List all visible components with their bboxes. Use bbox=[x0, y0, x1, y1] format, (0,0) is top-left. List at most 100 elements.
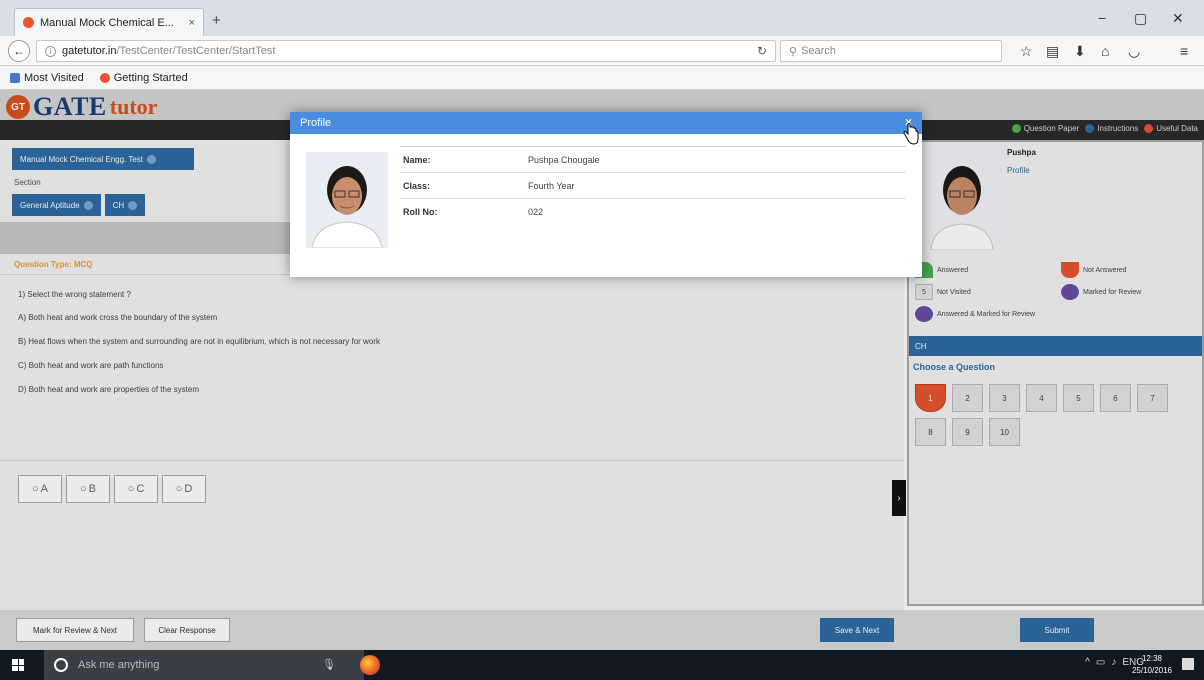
legend-label: Not Visited bbox=[937, 288, 971, 296]
row-label: Class: bbox=[403, 180, 431, 191]
network-icon[interactable]: ▭ bbox=[1096, 657, 1105, 668]
window-close-icon[interactable]: ✕ bbox=[1172, 10, 1184, 27]
profile-table: Name: Pushpa Chougale Class: Fourth Year… bbox=[400, 146, 906, 224]
bookmark-most-visited[interactable]: Most Visited bbox=[10, 72, 84, 84]
test-name-button[interactable]: Manual Mock Chemical Engg. Test bbox=[12, 148, 194, 170]
profile-modal: Profile × Name: Pushpa Chougale Class: F… bbox=[290, 112, 922, 277]
reload-icon[interactable]: ↻ bbox=[757, 44, 767, 58]
profile-row-name: Name: Pushpa Chougale bbox=[400, 146, 906, 172]
submit-button[interactable]: Submit bbox=[1020, 618, 1094, 642]
microphone-icon[interactable]: 🎙 bbox=[322, 658, 336, 671]
info-icon[interactable]: i bbox=[45, 45, 56, 57]
windows-start-icon[interactable] bbox=[12, 659, 24, 671]
legend-label: Marked for Review bbox=[1083, 288, 1142, 296]
answer-b-radio[interactable]: ○ B bbox=[66, 475, 110, 503]
legend-answered-marked: Answered & Marked for Review bbox=[915, 306, 1045, 322]
question-button-5[interactable]: 5 bbox=[1063, 384, 1094, 412]
clear-response-button[interactable]: Clear Response bbox=[144, 618, 230, 642]
question-button-10[interactable]: 10 bbox=[989, 418, 1020, 446]
mark-review-button[interactable]: Mark for Review & Next bbox=[16, 618, 134, 642]
firefox-taskbar-icon[interactable] bbox=[360, 655, 380, 675]
student-name: Pushpa bbox=[1007, 148, 1036, 157]
volume-icon[interactable]: ♪ bbox=[1111, 657, 1116, 668]
answer-label: C bbox=[136, 483, 145, 495]
logo: GT GATE tutor bbox=[6, 92, 157, 122]
question-button-9[interactable]: 9 bbox=[952, 418, 983, 446]
answer-label: D bbox=[184, 483, 193, 495]
menu-icon[interactable]: ≡ bbox=[1180, 43, 1188, 59]
legend-not-visited: 5 Not Visited bbox=[915, 284, 971, 300]
section-ch[interactable]: CH bbox=[104, 194, 146, 216]
answer-label: A bbox=[40, 483, 48, 495]
cortana-icon bbox=[54, 658, 68, 672]
question-button-2[interactable]: 2 bbox=[952, 384, 983, 412]
option-d-text: D) Both heat and work are properties of … bbox=[18, 385, 199, 394]
info-icon[interactable] bbox=[83, 200, 93, 210]
minimize-icon[interactable]: − bbox=[1098, 10, 1106, 26]
section-name: CH bbox=[112, 200, 125, 210]
new-tab-icon[interactable]: + bbox=[212, 12, 221, 29]
browser-tab[interactable]: Manual Mock Chemical E... × bbox=[14, 8, 204, 36]
row-value: 022 bbox=[528, 206, 544, 217]
url-host: gatetutor.in bbox=[62, 45, 117, 57]
section-name: General Aptitude bbox=[20, 200, 80, 210]
instructions-link[interactable]: Instructions bbox=[1085, 124, 1138, 133]
test-name-label: Manual Mock Chemical Engg. Test bbox=[20, 154, 144, 164]
section-label: Section bbox=[14, 178, 41, 187]
chevron-up-icon[interactable]: ^ bbox=[1085, 657, 1090, 668]
date: 25/10/2016 bbox=[1131, 666, 1172, 675]
info-icon[interactable] bbox=[128, 200, 138, 210]
link-label: Useful Data bbox=[1156, 124, 1198, 133]
bookmark-label: Most Visited bbox=[24, 71, 84, 84]
useful-data-link[interactable]: Useful Data bbox=[1144, 124, 1198, 133]
legend-answered: Answered bbox=[915, 262, 968, 278]
question-paper-link[interactable]: Question Paper bbox=[1011, 124, 1079, 133]
question-type: Question Type: MCQ bbox=[14, 260, 93, 269]
section-general-aptitude[interactable]: General Aptitude bbox=[12, 194, 101, 216]
collapse-panel-icon[interactable]: › bbox=[892, 480, 906, 516]
link-label: Instructions bbox=[1097, 124, 1139, 133]
question-button-3[interactable]: 3 bbox=[989, 384, 1020, 412]
reading-list-icon[interactable]: ▤ bbox=[1046, 43, 1059, 60]
home-icon[interactable]: ⌂ bbox=[1101, 43, 1109, 59]
legend-label: Not Answered bbox=[1083, 266, 1127, 274]
hand-cursor-icon bbox=[903, 123, 919, 145]
browser-tabbar: Manual Mock Chemical E... × + − ▢ ✕ bbox=[0, 0, 1204, 36]
option-b-text: B) Heat flows when the system and surrou… bbox=[18, 337, 380, 346]
browser-navbar: ← i gatetutor.in/TestCenter/TestCenter/S… bbox=[0, 36, 1204, 66]
download-icon[interactable]: ⬇ bbox=[1074, 43, 1086, 60]
row-value: Pushpa Chougale bbox=[528, 154, 600, 165]
time: 12:38 bbox=[1141, 654, 1162, 663]
pocket-icon[interactable]: ◡ bbox=[1128, 43, 1140, 60]
search-input[interactable]: ⚲ Search bbox=[780, 40, 1002, 62]
answer-d-radio[interactable]: ○ D bbox=[162, 475, 206, 503]
restore-icon[interactable]: ▢ bbox=[1134, 10, 1147, 27]
row-label: Roll No: bbox=[403, 206, 438, 217]
question-button-6[interactable]: 6 bbox=[1100, 384, 1131, 412]
question-button-4[interactable]: 4 bbox=[1026, 384, 1057, 412]
logo-badge: GT bbox=[6, 95, 30, 119]
answer-c-radio[interactable]: ○ C bbox=[114, 475, 158, 503]
not-visited-count: 5 bbox=[915, 284, 933, 300]
question-button-1[interactable]: 1 bbox=[915, 384, 946, 412]
notification-icon[interactable] bbox=[1182, 658, 1194, 670]
tab-close-icon[interactable]: × bbox=[189, 17, 195, 29]
logo-tutor: tutor bbox=[109, 94, 158, 119]
save-next-button[interactable]: Save & Next bbox=[820, 618, 894, 642]
back-icon[interactable]: ← bbox=[8, 40, 30, 62]
profile-link[interactable]: Profile bbox=[1007, 166, 1030, 175]
cortana-search[interactable]: Ask me anything 🎙 bbox=[44, 650, 364, 680]
clock[interactable]: 12:38 25/10/2016 bbox=[1132, 653, 1172, 677]
choose-question-label: Choose a Question bbox=[913, 362, 996, 372]
bookmark-getting-started[interactable]: Getting Started bbox=[99, 72, 188, 84]
answer-a-radio[interactable]: ○ A bbox=[18, 475, 62, 503]
modal-title: Profile bbox=[300, 117, 332, 129]
question-button-7[interactable]: 7 bbox=[1137, 384, 1168, 412]
question-button-8[interactable]: 8 bbox=[915, 418, 946, 446]
bookmark-star-icon[interactable]: ☆ bbox=[1020, 43, 1033, 60]
logo-gate: GATE bbox=[33, 92, 107, 121]
avatar bbox=[923, 146, 1001, 250]
url-bar[interactable]: i gatetutor.in/TestCenter/TestCenter/Sta… bbox=[36, 40, 776, 62]
info-icon[interactable] bbox=[147, 154, 157, 164]
answer-label: B bbox=[88, 483, 96, 495]
